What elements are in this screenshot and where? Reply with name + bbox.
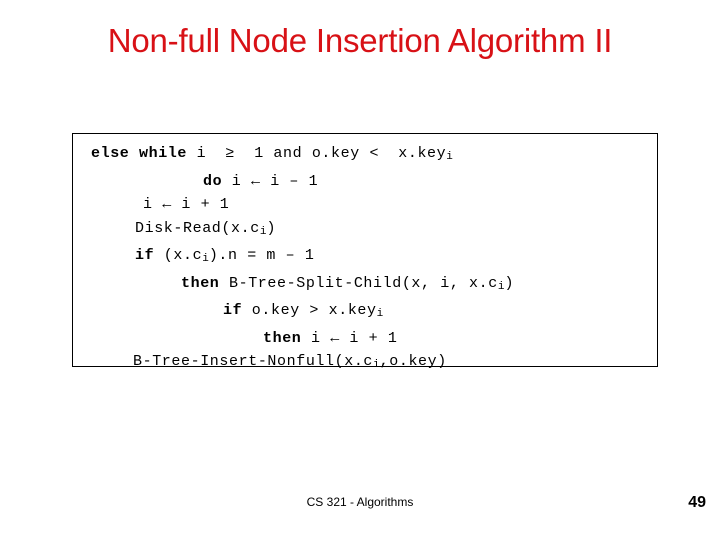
code-keyword: else while: [91, 145, 188, 162]
code-text: i ← i – 1: [222, 172, 319, 190]
code-text: i ≥ 1 and o.key < x.key: [187, 145, 447, 162]
code-line: Disk-Read(x.ci): [73, 217, 657, 245]
code-text: i ← i + 1: [143, 196, 230, 213]
code-keyword: do: [203, 172, 223, 190]
slide: Non-full Node Insertion Algorithm II els…: [0, 0, 720, 540]
code-text: B-Tree-Insert-Nonfull(x.c: [133, 353, 374, 370]
code-block-box: else while i ≥ 1 and o.key < x.keyi do i …: [72, 133, 658, 371]
code-keyword: then: [181, 274, 220, 292]
code-keyword: if: [223, 302, 243, 319]
page-title: Non-full Node Insertion Algorithm II: [107, 22, 613, 59]
code-text: o.key > x.key: [242, 302, 377, 319]
code-subscript: i: [376, 308, 384, 320]
code-text: ): [504, 274, 515, 292]
code-line: then i ← i + 1: [73, 327, 657, 351]
code-text: B-Tree-Split-Child(x, i, x.c: [219, 274, 498, 292]
code-line: B-Tree-Insert-Nonfull(x.ci,o.key): [73, 350, 657, 378]
code-text: Disk-Read(x.c: [135, 219, 260, 237]
code-lines: else while i ≥ 1 and o.key < x.keyi do i …: [73, 142, 657, 378]
code-text: ).n = m – 1: [208, 247, 315, 264]
footer-text: CS 321 - Algorithms: [306, 495, 414, 509]
code-text: ): [266, 219, 277, 237]
code-line: i ← i + 1: [73, 193, 657, 217]
code-text: (x.c: [154, 247, 203, 264]
code-keyword: then: [263, 329, 302, 347]
code-line: if (x.ci).n = m – 1: [73, 244, 657, 272]
page-number: 49: [688, 494, 706, 511]
code-subscript: i: [202, 253, 209, 265]
code-line: if o.key > x.keyi: [73, 299, 657, 327]
code-subscript: i: [446, 151, 453, 163]
code-text: i ← i + 1: [301, 329, 398, 347]
code-text: ,o.key): [379, 353, 447, 370]
code-line: do i ← i – 1: [73, 170, 657, 194]
code-line: then B-Tree-Split-Child(x, i, x.ci): [73, 272, 657, 300]
code-subscript: i: [373, 359, 380, 371]
code-line: else while i ≥ 1 and o.key < x.keyi: [73, 142, 657, 170]
code-keyword: if: [135, 247, 155, 264]
